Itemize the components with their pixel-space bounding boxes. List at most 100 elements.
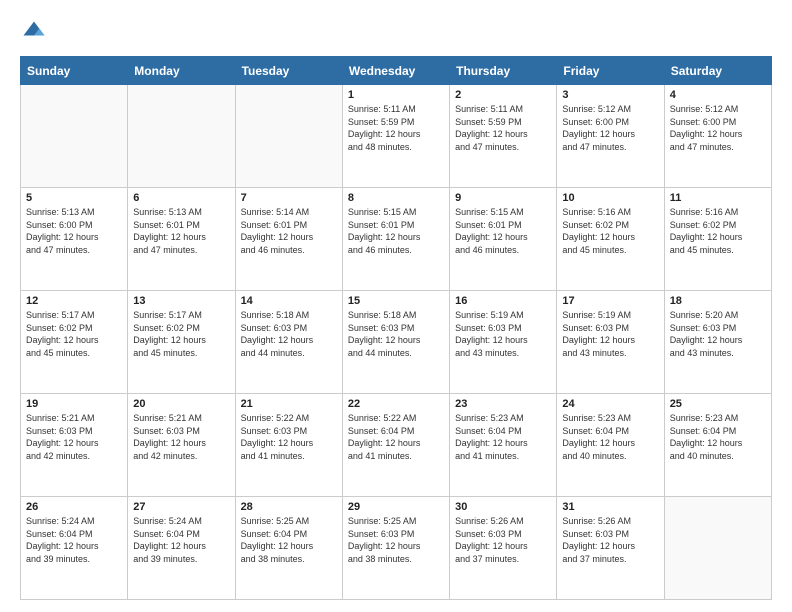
day-info: Sunrise: 5:23 AMSunset: 6:04 PMDaylight:…	[562, 412, 658, 462]
calendar-week-row: 19 Sunrise: 5:21 AMSunset: 6:03 PMDayligh…	[21, 394, 772, 497]
day-number: 31	[562, 501, 658, 513]
calendar-day-cell: 25 Sunrise: 5:23 AMSunset: 6:04 PMDayligh…	[664, 394, 771, 497]
day-info: Sunrise: 5:16 AMSunset: 6:02 PMDaylight:…	[562, 206, 658, 256]
day-info: Sunrise: 5:12 AMSunset: 6:00 PMDaylight:…	[670, 103, 766, 153]
day-info: Sunrise: 5:18 AMSunset: 6:03 PMDaylight:…	[241, 309, 337, 359]
calendar-day-cell: 16 Sunrise: 5:19 AMSunset: 6:03 PMDayligh…	[450, 291, 557, 394]
calendar-day-cell: 14 Sunrise: 5:18 AMSunset: 6:03 PMDayligh…	[235, 291, 342, 394]
day-number: 19	[26, 398, 122, 410]
day-info: Sunrise: 5:20 AMSunset: 6:03 PMDaylight:…	[670, 309, 766, 359]
day-number: 15	[348, 295, 444, 307]
calendar-day-cell: 6 Sunrise: 5:13 AMSunset: 6:01 PMDaylight…	[128, 188, 235, 291]
calendar-day-cell: 2 Sunrise: 5:11 AMSunset: 5:59 PMDaylight…	[450, 85, 557, 188]
page: SundayMondayTuesdayWednesdayThursdayFrid…	[0, 0, 792, 612]
day-info: Sunrise: 5:19 AMSunset: 6:03 PMDaylight:…	[455, 309, 551, 359]
day-number: 21	[241, 398, 337, 410]
calendar-day-cell: 27 Sunrise: 5:24 AMSunset: 6:04 PMDayligh…	[128, 497, 235, 600]
day-info: Sunrise: 5:11 AMSunset: 5:59 PMDaylight:…	[348, 103, 444, 153]
day-number: 9	[455, 192, 551, 204]
calendar-week-row: 5 Sunrise: 5:13 AMSunset: 6:00 PMDaylight…	[21, 188, 772, 291]
calendar-day-cell: 3 Sunrise: 5:12 AMSunset: 6:00 PMDaylight…	[557, 85, 664, 188]
day-number: 2	[455, 89, 551, 101]
weekday-header-saturday: Saturday	[664, 57, 771, 85]
calendar-week-row: 12 Sunrise: 5:17 AMSunset: 6:02 PMDayligh…	[21, 291, 772, 394]
calendar-day-cell: 22 Sunrise: 5:22 AMSunset: 6:04 PMDayligh…	[342, 394, 449, 497]
day-number: 14	[241, 295, 337, 307]
day-number: 10	[562, 192, 658, 204]
calendar-day-cell: 5 Sunrise: 5:13 AMSunset: 6:00 PMDaylight…	[21, 188, 128, 291]
day-info: Sunrise: 5:25 AMSunset: 6:03 PMDaylight:…	[348, 515, 444, 565]
day-info: Sunrise: 5:15 AMSunset: 6:01 PMDaylight:…	[348, 206, 444, 256]
calendar-day-cell: 30 Sunrise: 5:26 AMSunset: 6:03 PMDayligh…	[450, 497, 557, 600]
day-number: 23	[455, 398, 551, 410]
day-info: Sunrise: 5:23 AMSunset: 6:04 PMDaylight:…	[670, 412, 766, 462]
day-number: 18	[670, 295, 766, 307]
day-number: 3	[562, 89, 658, 101]
weekday-header-wednesday: Wednesday	[342, 57, 449, 85]
calendar-day-cell: 8 Sunrise: 5:15 AMSunset: 6:01 PMDaylight…	[342, 188, 449, 291]
day-number: 12	[26, 295, 122, 307]
calendar-day-cell: 26 Sunrise: 5:24 AMSunset: 6:04 PMDayligh…	[21, 497, 128, 600]
calendar-day-cell: 4Sunrise: 5:12 AMSunset: 6:00 PMDaylight…	[664, 85, 771, 188]
calendar-day-cell: 20Sunrise: 5:21 AMSunset: 6:03 PMDayligh…	[128, 394, 235, 497]
day-number: 26	[26, 501, 122, 513]
day-number: 5	[26, 192, 122, 204]
day-info: Sunrise: 5:21 AMSunset: 6:03 PMDaylight:…	[133, 412, 229, 462]
day-info: Sunrise: 5:24 AMSunset: 6:04 PMDaylight:…	[133, 515, 229, 565]
calendar-table: SundayMondayTuesdayWednesdayThursdayFrid…	[20, 56, 772, 600]
calendar-day-cell	[664, 497, 771, 600]
day-info: Sunrise: 5:21 AMSunset: 6:03 PMDaylight:…	[26, 412, 122, 462]
day-number: 30	[455, 501, 551, 513]
day-number: 22	[348, 398, 444, 410]
calendar-day-cell: 21Sunrise: 5:22 AMSunset: 6:03 PMDayligh…	[235, 394, 342, 497]
day-info: Sunrise: 5:13 AMSunset: 6:00 PMDaylight:…	[26, 206, 122, 256]
day-number: 29	[348, 501, 444, 513]
calendar-day-cell: 15 Sunrise: 5:18 AMSunset: 6:03 PMDayligh…	[342, 291, 449, 394]
calendar-day-cell: 9 Sunrise: 5:15 AMSunset: 6:01 PMDaylight…	[450, 188, 557, 291]
logo	[20, 18, 52, 46]
calendar-day-cell: 18 Sunrise: 5:20 AMSunset: 6:03 PMDayligh…	[664, 291, 771, 394]
weekday-header-tuesday: Tuesday	[235, 57, 342, 85]
day-info: Sunrise: 5:24 AMSunset: 6:04 PMDaylight:…	[26, 515, 122, 565]
calendar-week-row: 26 Sunrise: 5:24 AMSunset: 6:04 PMDayligh…	[21, 497, 772, 600]
day-info: Sunrise: 5:11 AMSunset: 5:59 PMDaylight:…	[455, 103, 551, 153]
day-info: Sunrise: 5:13 AMSunset: 6:01 PMDaylight:…	[133, 206, 229, 256]
day-info: Sunrise: 5:17 AMSunset: 6:02 PMDaylight:…	[26, 309, 122, 359]
header	[20, 18, 772, 46]
day-info: Sunrise: 5:18 AMSunset: 6:03 PMDaylight:…	[348, 309, 444, 359]
day-info: Sunrise: 5:22 AMSunset: 6:04 PMDaylight:…	[348, 412, 444, 462]
day-info: Sunrise: 5:12 AMSunset: 6:00 PMDaylight:…	[562, 103, 658, 153]
day-number: 8	[348, 192, 444, 204]
calendar-day-cell: 24 Sunrise: 5:23 AMSunset: 6:04 PMDayligh…	[557, 394, 664, 497]
logo-icon	[20, 18, 48, 46]
weekday-header-sunday: Sunday	[21, 57, 128, 85]
day-info: Sunrise: 5:17 AMSunset: 6:02 PMDaylight:…	[133, 309, 229, 359]
day-number: 25	[670, 398, 766, 410]
calendar-day-cell: 10 Sunrise: 5:16 AMSunset: 6:02 PMDayligh…	[557, 188, 664, 291]
calendar-day-cell: 17Sunrise: 5:19 AMSunset: 6:03 PMDayligh…	[557, 291, 664, 394]
weekday-header-monday: Monday	[128, 57, 235, 85]
day-number: 13	[133, 295, 229, 307]
calendar-day-cell: 19 Sunrise: 5:21 AMSunset: 6:03 PMDayligh…	[21, 394, 128, 497]
day-info: Sunrise: 5:14 AMSunset: 6:01 PMDaylight:…	[241, 206, 337, 256]
day-number: 17	[562, 295, 658, 307]
calendar-day-cell	[128, 85, 235, 188]
calendar-day-cell: 12 Sunrise: 5:17 AMSunset: 6:02 PMDayligh…	[21, 291, 128, 394]
day-info: Sunrise: 5:23 AMSunset: 6:04 PMDaylight:…	[455, 412, 551, 462]
weekday-header-friday: Friday	[557, 57, 664, 85]
day-number: 24	[562, 398, 658, 410]
day-info: Sunrise: 5:26 AMSunset: 6:03 PMDaylight:…	[562, 515, 658, 565]
weekday-header-row: SundayMondayTuesdayWednesdayThursdayFrid…	[21, 57, 772, 85]
calendar-day-cell: 29 Sunrise: 5:25 AMSunset: 6:03 PMDayligh…	[342, 497, 449, 600]
day-info: Sunrise: 5:26 AMSunset: 6:03 PMDaylight:…	[455, 515, 551, 565]
calendar-day-cell: 11Sunrise: 5:16 AMSunset: 6:02 PMDayligh…	[664, 188, 771, 291]
day-number: 16	[455, 295, 551, 307]
day-info: Sunrise: 5:15 AMSunset: 6:01 PMDaylight:…	[455, 206, 551, 256]
day-number: 6	[133, 192, 229, 204]
calendar-day-cell	[21, 85, 128, 188]
day-info: Sunrise: 5:16 AMSunset: 6:02 PMDaylight:…	[670, 206, 766, 256]
day-number: 28	[241, 501, 337, 513]
day-number: 27	[133, 501, 229, 513]
day-info: Sunrise: 5:25 AMSunset: 6:04 PMDaylight:…	[241, 515, 337, 565]
day-number: 1	[348, 89, 444, 101]
